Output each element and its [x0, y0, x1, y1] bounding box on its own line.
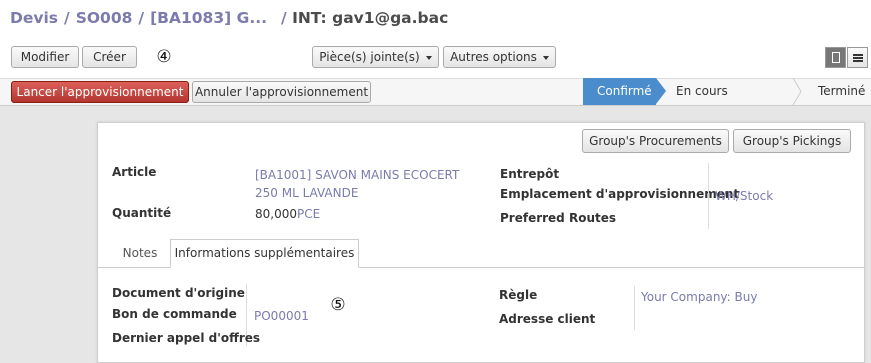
caret-down-icon — [425, 55, 432, 60]
breadcrumb-separator: / — [64, 9, 70, 27]
breadcrumb-item-ba1083[interactable]: [BA1083] G... — [150, 9, 267, 31]
stage-confirmed[interactable]: Confirmé — [583, 78, 666, 105]
more-options-dropdown-button[interactable]: Autres options — [443, 46, 556, 68]
breadcrumb-current-separator: / INT: gav1@ga.bac — [281, 9, 448, 31]
annotation-marker-5: ⑤ — [330, 295, 346, 315]
tab-additional-info[interactable]: Informations supplémentaires — [170, 239, 359, 268]
list-view-icon — [852, 53, 863, 62]
breadcrumb: Devis / SO008 / [BA1083] G... / INT: gav… — [10, 9, 448, 31]
form-view-button[interactable] — [825, 47, 846, 68]
breadcrumb-item-devis[interactable]: Devis — [10, 9, 58, 31]
annotation-marker-4: ④ — [156, 47, 172, 67]
breadcrumb-item-so008[interactable]: SO008 — [76, 9, 133, 31]
breadcrumb-separator: / — [138, 9, 145, 27]
quantity-label: Quantité — [112, 206, 172, 220]
create-button[interactable]: Créer — [82, 46, 137, 68]
rule-label: Règle — [499, 288, 538, 302]
more-options-label: Autres options — [450, 50, 537, 64]
article-label: Article — [112, 165, 157, 179]
purchase-order-label: Bon de commande — [112, 307, 237, 321]
source-document-label: Document d'origine — [112, 286, 245, 300]
group-pickings-button[interactable]: Group's Pickings — [733, 129, 851, 153]
quantity-number: 80,000 — [255, 207, 297, 221]
field-divider — [708, 163, 709, 229]
rule-link[interactable]: Your Company: Buy — [641, 290, 757, 304]
view-switcher — [825, 47, 868, 68]
breadcrumb-current: INT: gav1@ga.bac — [292, 9, 449, 27]
caret-down-icon — [542, 55, 549, 60]
stage-statusbar: Confirmé En cours d'exécution Terminé — [583, 78, 871, 125]
purchase-order-link[interactable]: PO00001 — [254, 309, 309, 323]
quantity-unit-link[interactable]: PCE — [297, 207, 320, 221]
tab-notes[interactable]: Notes — [112, 240, 168, 267]
customer-address-label: Adresse client — [499, 312, 596, 326]
warehouse-label: Entrepôt — [500, 167, 560, 181]
attachments-dropdown-button[interactable]: Pièce(s) jointe(s) — [312, 46, 439, 68]
article-link[interactable]: [BA1001] SAVON MAINS ECOCERT 250 ML LAVA… — [255, 166, 480, 202]
attachments-label: Pièce(s) jointe(s) — [319, 50, 420, 64]
edit-button[interactable]: Modifier — [11, 46, 79, 68]
list-view-button[interactable] — [847, 47, 868, 68]
procurement-location-link[interactable]: WH/Stock — [715, 189, 773, 203]
group-procurements-button[interactable]: Group's Procurements — [582, 129, 729, 153]
last-tender-label: Dernier appel d'offres — [112, 331, 261, 345]
field-divider — [634, 286, 635, 330]
breadcrumb-separator: / — [280, 9, 287, 27]
stage-in-progress[interactable]: En cours d'exécution — [656, 78, 802, 125]
form-view-icon — [831, 52, 840, 63]
procurement-location-label: Emplacement d'approvisionnement — [500, 187, 740, 201]
launch-procurement-button[interactable]: Lancer l'approvisionnement — [11, 81, 189, 103]
cancel-procurement-button[interactable]: Annuler l'approvisionnement — [192, 81, 371, 103]
quantity-value: 80,000PCE — [255, 207, 320, 221]
stage-done[interactable]: Terminé — [798, 78, 871, 105]
preferred-routes-label: Preferred Routes — [500, 211, 616, 225]
